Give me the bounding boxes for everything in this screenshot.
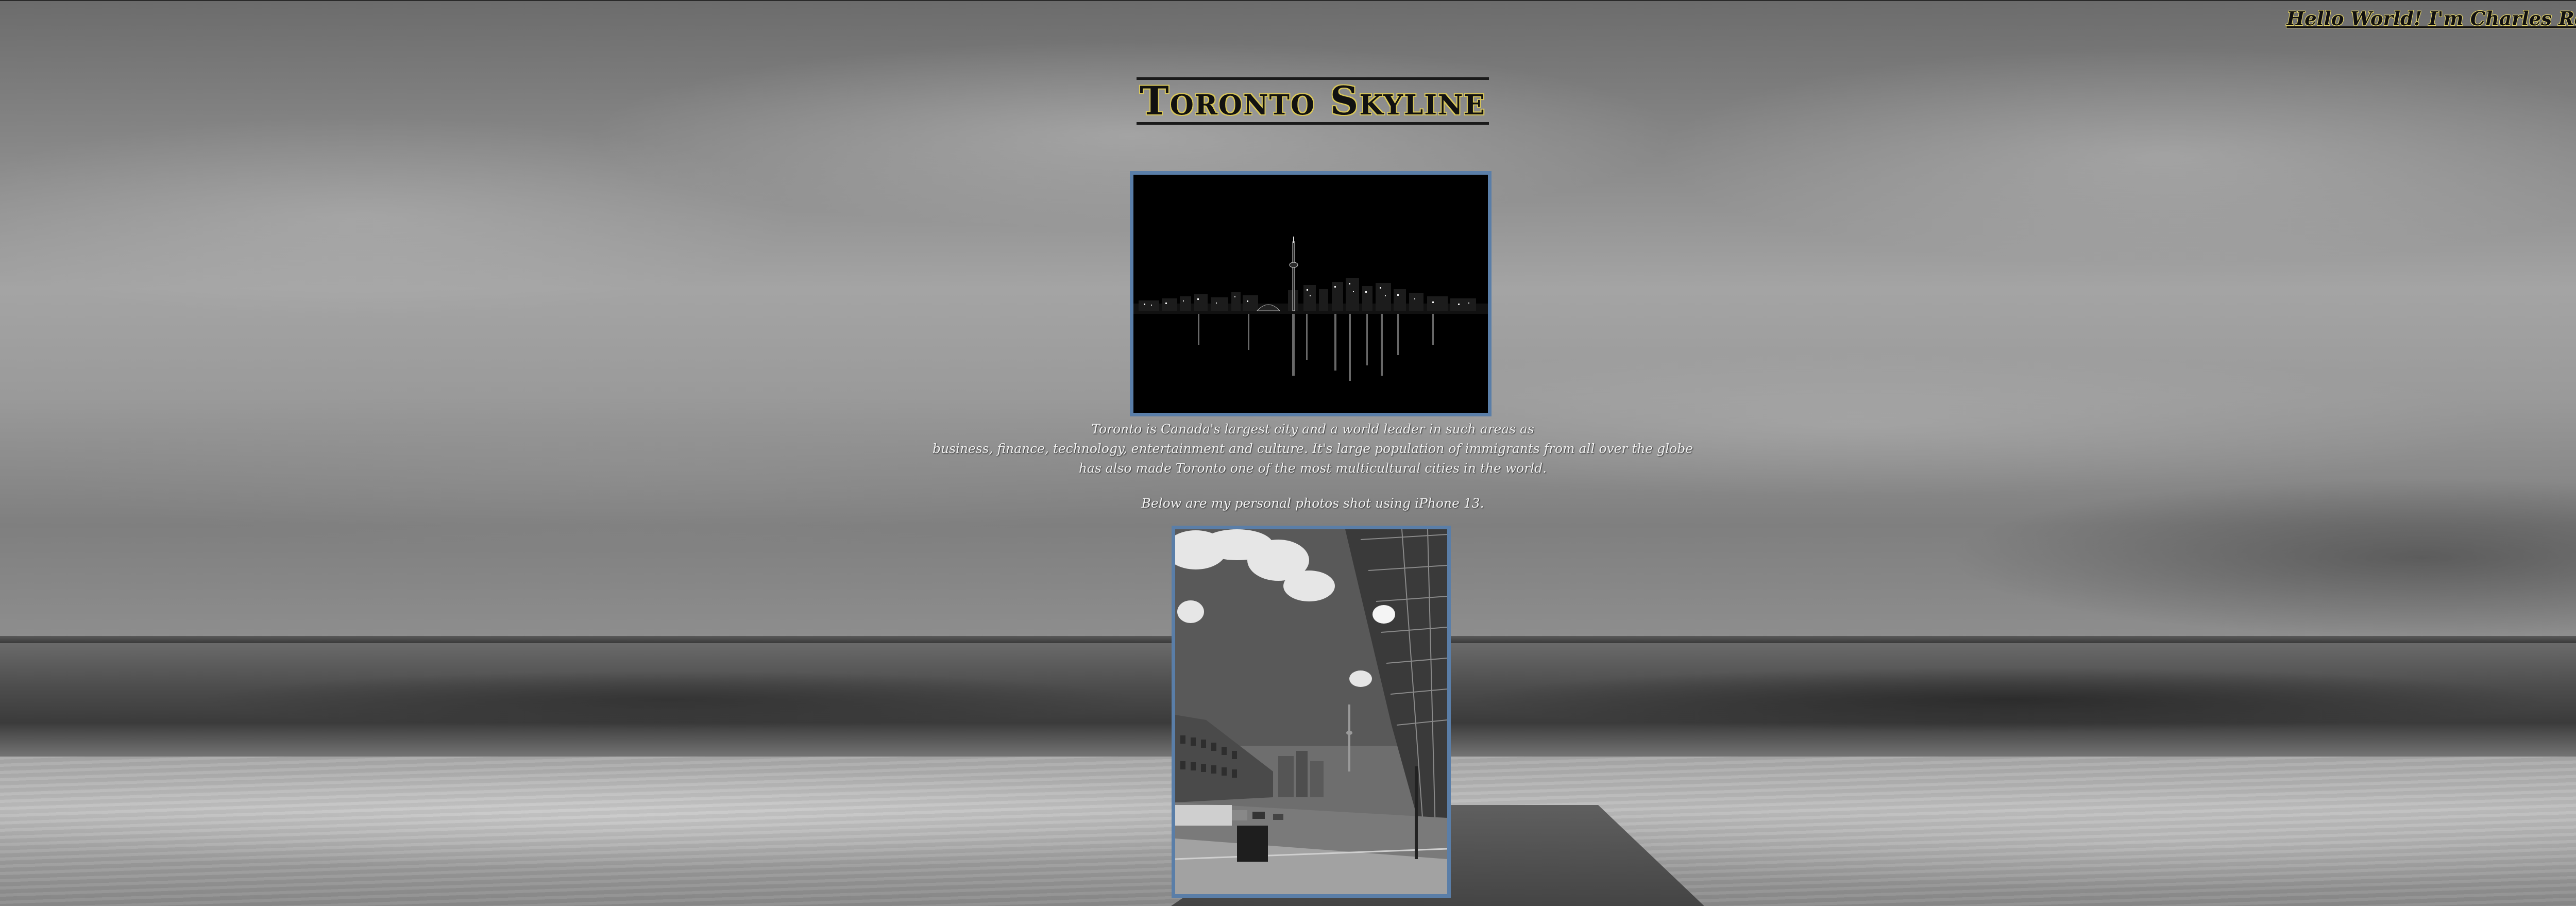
city-description: Toronto is Canada's largest city and a w…	[0, 420, 2576, 478]
greeting-link[interactable]: Hello World! I'm Charles Reyes	[2286, 7, 2576, 30]
description-line: business, finance, technology, entertain…	[932, 441, 1693, 456]
description-line: has also made Toronto one of the most mu…	[1078, 461, 1547, 476]
skyline-night-image	[1133, 175, 1488, 413]
page-title-text: Toronto Skyline	[1137, 77, 1489, 125]
page-title: Toronto Skyline	[0, 77, 2576, 125]
page: Hello World! I'm Charles Reyes Toronto S…	[0, 0, 2576, 906]
toronto-skyline-photo	[1130, 171, 1492, 416]
street-photo-image	[1175, 529, 1447, 894]
photos-note: Below are my personal photos shot using …	[1141, 496, 1484, 511]
personal-photo	[1172, 526, 1451, 898]
description-line: Toronto is Canada's largest city and a w…	[1091, 422, 1534, 437]
